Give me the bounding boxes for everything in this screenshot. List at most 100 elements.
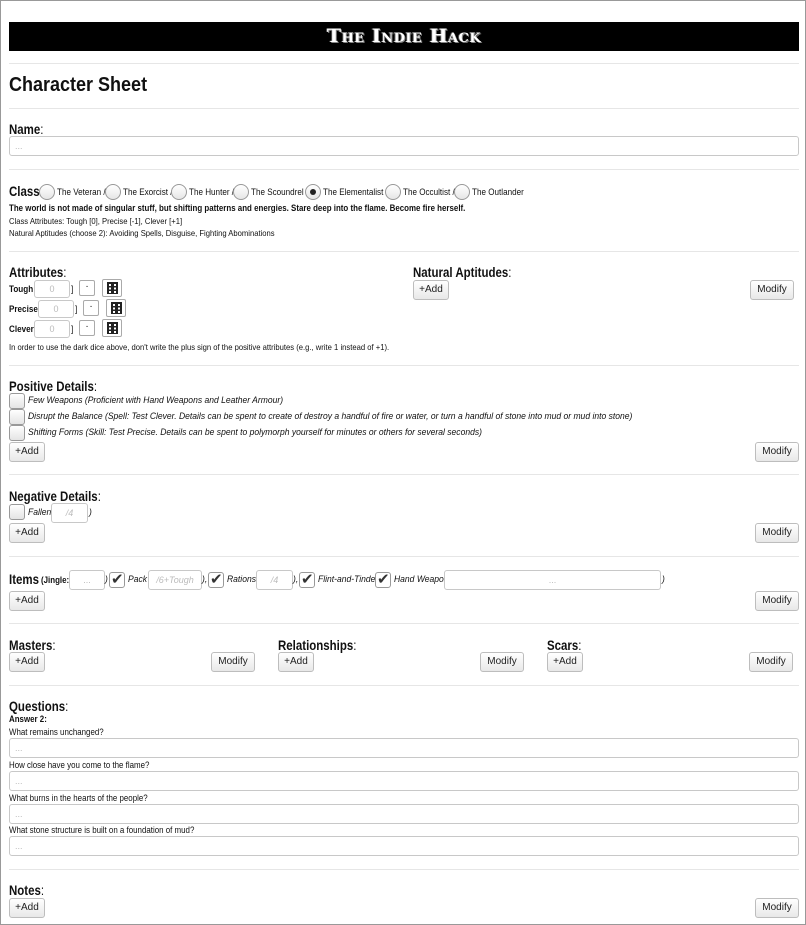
die-icon[interactable]: · xyxy=(83,300,99,316)
attributes-note: In order to use the dark dice above, don… xyxy=(9,342,390,352)
divider xyxy=(9,685,799,686)
notes-heading: Notes: xyxy=(9,882,45,898)
items-add-button[interactable]: +Add xyxy=(9,591,45,611)
question-label: What remains unchanged? xyxy=(9,727,104,737)
positive-details-modify-button[interactable]: Modify xyxy=(755,442,799,462)
masters-modify-button[interactable]: Modify xyxy=(211,652,255,672)
scars-modify-button[interactable]: Modify xyxy=(749,652,793,672)
question-answer-input[interactable]: ... xyxy=(9,804,799,824)
paren: ), xyxy=(202,574,208,585)
class-option-label: The Outlander xyxy=(472,187,524,197)
dark-dice-icon[interactable] xyxy=(102,279,122,297)
scars-add-button[interactable]: +Add xyxy=(547,652,583,672)
fallen-input[interactable]: /4 xyxy=(51,503,88,523)
attr-input-tough[interactable]: 0 xyxy=(34,280,70,298)
question-answer-input[interactable]: ... xyxy=(9,836,799,856)
class-option-label: The Exorcist / xyxy=(123,187,173,197)
class-radio-hunter[interactable] xyxy=(171,184,187,200)
question-label: What burns in the hearts of the people? xyxy=(9,793,148,803)
name-input[interactable]: ... xyxy=(9,136,799,156)
item-checkbox-pack[interactable] xyxy=(109,570,125,588)
positive-detail-checkbox[interactable] xyxy=(9,425,25,441)
class-aptitudes-line: Natural Aptitudes (choose 2): Avoiding S… xyxy=(9,228,275,238)
masters-heading: Masters: xyxy=(9,637,56,653)
negative-details-modify-button[interactable]: Modify xyxy=(755,523,799,543)
class-heading: Class: xyxy=(9,183,43,199)
positive-detail-checkbox[interactable] xyxy=(9,393,25,409)
hand-weapon-input[interactable]: ... xyxy=(444,570,661,590)
class-option-label: The Scoundrel / xyxy=(251,187,309,197)
dark-dice-icon[interactable] xyxy=(102,319,122,337)
class-option-label: The Elementalist / xyxy=(323,187,388,197)
positive-detail-text: Disrupt the Balance (Spell: Test Clever.… xyxy=(28,411,633,422)
divider xyxy=(9,251,799,252)
negative-details-heading: Negative Details: xyxy=(9,488,101,504)
relationships-add-button[interactable]: +Add xyxy=(278,652,314,672)
divider xyxy=(9,474,799,475)
relationships-heading: Relationships: xyxy=(278,637,357,653)
jingle-label: (Jingle: xyxy=(41,575,70,585)
class-radio-scoundrel[interactable] xyxy=(233,184,249,200)
question-label: What stone structure is built on a found… xyxy=(9,825,195,835)
scars-heading: Scars: xyxy=(547,637,582,653)
question-answer-input[interactable]: ... xyxy=(9,771,799,791)
question-label: How close have you come to the flame? xyxy=(9,760,150,770)
class-radio-exorcist[interactable] xyxy=(105,184,121,200)
items-heading: Items xyxy=(9,571,39,587)
question-answer-input[interactable]: ... xyxy=(9,738,799,758)
masters-add-button[interactable]: +Add xyxy=(9,652,45,672)
pack-input[interactable]: /6+Tough xyxy=(148,570,202,590)
natural-aptitudes-add-button[interactable]: +Add xyxy=(413,280,449,300)
positive-details-add-button[interactable]: +Add xyxy=(9,442,45,462)
attr-input-precise[interactable]: 0 xyxy=(38,300,74,318)
class-description: The world is not made of singular stuff,… xyxy=(9,203,466,213)
divider xyxy=(9,556,799,557)
questions-heading: Questions: xyxy=(9,698,69,714)
name-heading: Name: xyxy=(9,121,44,137)
class-option-label: The Veteran / xyxy=(57,187,106,197)
class-radio-elementalist[interactable] xyxy=(305,184,321,200)
items-modify-button[interactable]: Modify xyxy=(755,591,799,611)
positive-detail-text: Few Weapons (Proficient with Hand Weapon… xyxy=(28,395,284,406)
item-checkbox-flint[interactable] xyxy=(299,570,315,588)
paren: ) xyxy=(105,574,108,585)
paren: ) xyxy=(662,574,665,585)
positive-detail-checkbox[interactable] xyxy=(9,409,25,425)
bracket: ] xyxy=(75,304,78,314)
divider xyxy=(9,365,799,366)
class-attributes-line: Class Attributes: Tough [0], Precise [-1… xyxy=(9,216,183,226)
questions-instruction: Answer 2: xyxy=(9,714,47,724)
class-radio-occultist[interactable] xyxy=(385,184,401,200)
class-radio-outlander[interactable] xyxy=(454,184,470,200)
class-radio-veteran[interactable] xyxy=(39,184,55,200)
divider xyxy=(9,623,799,624)
negative-details-add-button[interactable]: +Add xyxy=(9,523,45,543)
divider xyxy=(9,169,799,170)
class-option-label: The Occultist / xyxy=(403,187,455,197)
class-option-label: The Hunter / xyxy=(189,187,235,197)
attr-input-clever[interactable]: 0 xyxy=(34,320,70,338)
item-checkbox-rations[interactable] xyxy=(208,570,224,588)
jingle-input[interactable]: ... xyxy=(69,570,105,590)
bracket: ] xyxy=(71,324,74,334)
item-label-flint: Flint-and-Tinder, xyxy=(318,574,381,585)
positive-details-heading: Positive Details: xyxy=(9,378,98,394)
dark-dice-icon[interactable] xyxy=(106,299,126,317)
attributes-heading: Attributes: xyxy=(9,264,67,280)
character-sheet-page: The Indie Hack Character Sheet Name: ...… xyxy=(0,0,806,925)
divider xyxy=(9,869,799,870)
die-icon[interactable]: · xyxy=(79,280,95,296)
item-checkbox-hand-weapon[interactable] xyxy=(375,570,391,588)
notes-add-button[interactable]: +Add xyxy=(9,898,45,918)
divider xyxy=(9,108,799,109)
negative-detail-checkbox[interactable] xyxy=(9,504,25,520)
bracket: ] xyxy=(71,284,74,294)
natural-aptitudes-modify-button[interactable]: Modify xyxy=(750,280,794,300)
divider xyxy=(9,63,799,64)
relationships-modify-button[interactable]: Modify xyxy=(480,652,524,672)
die-icon[interactable]: · xyxy=(79,320,95,336)
notes-modify-button[interactable]: Modify xyxy=(755,898,799,918)
paren: ) xyxy=(89,507,92,518)
rations-input[interactable]: /4 xyxy=(256,570,293,590)
natural-aptitudes-heading: Natural Aptitudes: xyxy=(413,264,512,280)
